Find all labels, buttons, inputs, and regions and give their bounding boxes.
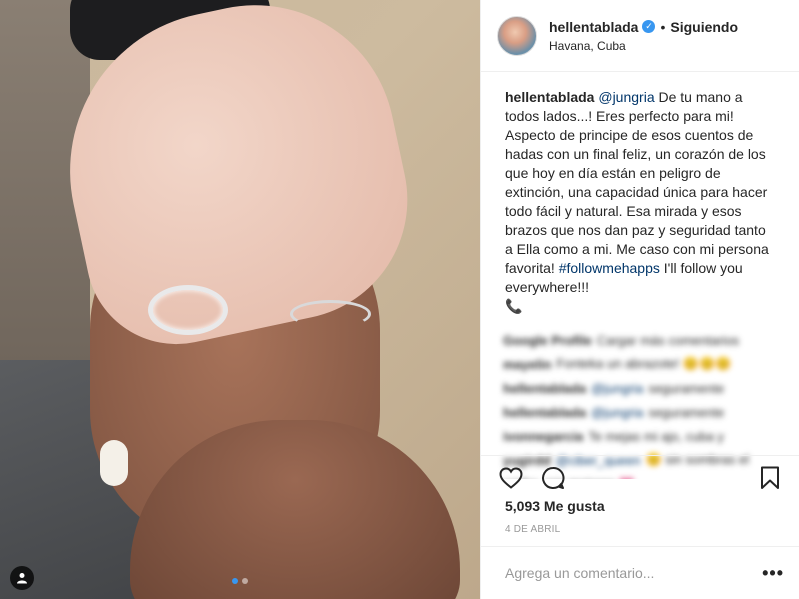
comment-item: hellentablada @jungria seguramente [503, 400, 777, 424]
post-side-panel: hellentablada ✓ • Siguiendo Havana, Cuba… [480, 0, 799, 599]
photo-nail [100, 440, 128, 486]
post-caption: hellentablada @jungria De tu mano a todo… [481, 72, 799, 316]
comment-text: Te mejas mi ajo, cuba y [588, 428, 725, 444]
comment-item: ivonnegarcia Te mejas mi ajo, cuba y [503, 424, 777, 448]
add-comment-bar: Agrega un comentario... ••• [481, 546, 799, 599]
user-tag-icon[interactable] [10, 566, 34, 590]
post-header: hellentablada ✓ • Siguiendo Havana, Cuba [481, 0, 799, 72]
caption-username-link[interactable]: hellentablada [505, 89, 594, 105]
verified-badge-icon: ✓ [642, 20, 656, 33]
action-bar [481, 455, 799, 499]
comment-item: mayelin Fonteka un abrazote! 😊😊😊 [503, 352, 777, 376]
caption-text: De tu mano a todos lados...! Eres perfec… [505, 89, 769, 276]
heart-icon[interactable] [497, 464, 525, 492]
comment-input[interactable]: Agrega un comentario... [505, 565, 762, 581]
comment-mention[interactable]: @jungria [591, 405, 643, 420]
photo-ring-band [290, 300, 371, 328]
photo-engagement-ring [148, 285, 228, 335]
comment-text: Cargar más comentarios [596, 332, 740, 348]
comment-item: hellentablada @jungria seguramente [503, 376, 777, 400]
comment-mention[interactable]: @jungria [591, 381, 643, 396]
separator: • [660, 18, 666, 35]
comment-username[interactable]: mayelin [503, 357, 551, 372]
username-link[interactable]: hellentablada [549, 19, 638, 35]
phone-emoji: 📞 [505, 298, 523, 314]
hashtag-link[interactable]: #followmehapps [559, 260, 660, 276]
post-date[interactable]: 4 DE ABRIL [505, 524, 560, 535]
comment-username[interactable]: hellentablada [503, 405, 586, 420]
comment-username[interactable]: ivonnegarcia [503, 429, 583, 444]
post-photo[interactable] [0, 0, 480, 599]
comment-username[interactable]: Google Profile [503, 333, 592, 348]
comment-text: seguramente [648, 380, 725, 396]
more-options-button[interactable]: ••• [762, 563, 784, 584]
carousel-dot [232, 578, 238, 584]
likes-count[interactable]: 5,093 Me gusta [505, 498, 605, 514]
following-button[interactable]: Siguiendo [670, 19, 738, 35]
comment-text: Fonteka un abrazote! 😊😊😊 [556, 356, 732, 371]
comment-icon[interactable] [539, 464, 567, 492]
comment-text: seguramente [648, 404, 725, 420]
comment-username[interactable]: hellentablada [503, 381, 586, 396]
carousel-dot [242, 578, 248, 584]
location-link[interactable]: Havana, Cuba [549, 39, 738, 53]
carousel-dots [232, 578, 248, 584]
mention-link[interactable]: @jungria [598, 89, 654, 105]
avatar[interactable] [497, 15, 537, 56]
comment-item: Google Profile Cargar más comentarios [503, 328, 777, 352]
bookmark-icon[interactable] [756, 464, 784, 492]
